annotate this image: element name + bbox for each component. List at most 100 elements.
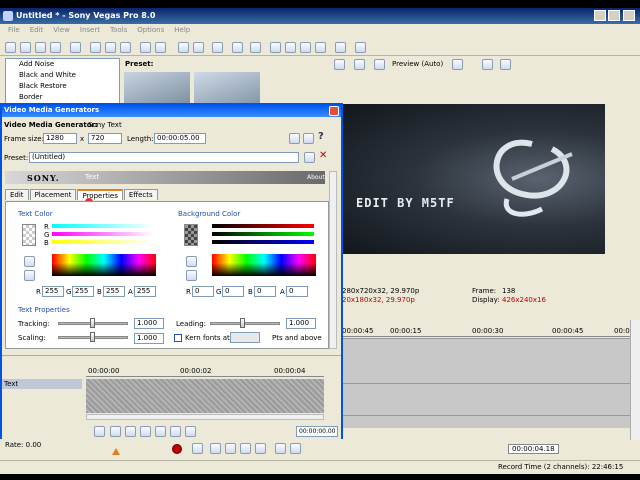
tab-placement[interactable]: Placement	[29, 189, 77, 200]
bg-color-g-bar[interactable]	[212, 232, 314, 236]
kern-fonts-checkbox[interactable]	[174, 334, 182, 342]
bg-color-r-bar[interactable]	[212, 224, 314, 228]
length-input[interactable]: 00:00:05.00	[154, 133, 206, 144]
record-icon[interactable]	[172, 444, 182, 454]
auto-crossfade-icon[interactable]	[193, 42, 204, 53]
open-icon[interactable]	[20, 42, 31, 53]
bg-b-input[interactable]: 0	[254, 286, 276, 297]
leading-input[interactable]: 1.000	[286, 318, 316, 329]
bg-color-b-bar[interactable]	[212, 240, 314, 244]
save-snapshot-icon[interactable]	[500, 59, 511, 70]
fx-list-item[interactable]: Black and White	[6, 70, 119, 81]
bg-color-swatch[interactable]	[184, 224, 198, 246]
menu-edit[interactable]: Edit	[30, 26, 44, 38]
auto-ripple-icon[interactable]	[212, 42, 223, 53]
frame-width-input[interactable]: 1280	[43, 133, 77, 144]
keyframe-track-header[interactable]: Text	[2, 379, 82, 389]
fx-list-item[interactable]: Black Restore	[6, 81, 119, 92]
preset-thumbnail[interactable]	[194, 72, 260, 106]
fx-list-item[interactable]: Add Noise	[6, 59, 119, 70]
text-b-input[interactable]: 255	[103, 286, 125, 297]
leading-slider[interactable]	[210, 322, 280, 325]
properties-icon[interactable]	[50, 42, 61, 53]
copy-snapshot-icon[interactable]	[482, 59, 493, 70]
kern-fonts-input[interactable]	[230, 332, 260, 343]
menu-file[interactable]: File	[8, 26, 20, 38]
preview-mode-dropdown[interactable]: Preview (Auto)	[392, 60, 443, 68]
close-icon[interactable]	[623, 10, 635, 21]
bg-r-input[interactable]: 0	[192, 286, 214, 297]
scaling-slider-grip[interactable]	[90, 332, 95, 342]
media-generator-options-icon[interactable]	[289, 133, 300, 144]
keyframe-horizontal-scrollbar[interactable]	[86, 414, 324, 420]
play-from-start-icon[interactable]	[210, 443, 221, 454]
bg-color-picker-icon[interactable]	[186, 256, 197, 267]
envelope-tool-icon[interactable]	[285, 42, 296, 53]
text-color-b-bar[interactable]	[52, 240, 154, 244]
menu-insert[interactable]: Insert	[80, 26, 100, 38]
bg-a-input[interactable]: 0	[286, 286, 308, 297]
bg-eyedropper-icon[interactable]	[186, 270, 197, 281]
vertical-scrollbar[interactable]	[630, 320, 640, 440]
cut-icon[interactable]	[90, 42, 101, 53]
ignore-grouping-icon[interactable]	[250, 42, 261, 53]
zoom-tool-icon[interactable]	[315, 42, 326, 53]
prev-keyframe-icon[interactable]	[125, 426, 136, 437]
menu-view[interactable]: View	[53, 26, 70, 38]
text-g-input[interactable]: 255	[72, 286, 94, 297]
add-keyframe-icon[interactable]	[170, 426, 181, 437]
fx-list-item[interactable]: Border	[6, 92, 119, 103]
help-question-icon[interactable]: ?	[318, 131, 324, 142]
bg-g-input[interactable]: 0	[222, 286, 244, 297]
tab-effects[interactable]: Effects	[123, 189, 158, 200]
snap-icon[interactable]	[178, 42, 189, 53]
normal-edit-tool-icon[interactable]	[270, 42, 281, 53]
help-icon[interactable]	[335, 42, 346, 53]
menu-options[interactable]: Options	[137, 26, 164, 38]
keyframe-lock-icon[interactable]	[94, 426, 105, 437]
external-monitor-icon[interactable]	[354, 59, 365, 70]
bg-color-spectrum[interactable]	[212, 254, 316, 276]
leading-slider-grip[interactable]	[240, 318, 245, 328]
render-icon[interactable]	[70, 42, 81, 53]
maximize-icon[interactable]	[608, 10, 620, 21]
last-keyframe-icon[interactable]	[155, 426, 166, 437]
tracking-slider-grip[interactable]	[90, 318, 95, 328]
tab-properties[interactable]: Properties	[77, 189, 123, 200]
text-a-input[interactable]: 255	[134, 286, 156, 297]
pause-icon[interactable]	[240, 443, 251, 454]
overlays-icon[interactable]	[452, 59, 463, 70]
preview-properties-icon[interactable]	[334, 59, 345, 70]
keyframe-ruler[interactable]: 00:00:00 00:00:02 00:00:04	[86, 367, 324, 377]
loop-icon[interactable]	[192, 443, 203, 454]
text-color-spectrum[interactable]	[52, 254, 156, 276]
preset-thumbnail[interactable]	[124, 72, 190, 106]
save-icon[interactable]	[35, 42, 46, 53]
text-r-input[interactable]: 255	[42, 286, 64, 297]
save-preset-icon[interactable]	[304, 152, 315, 163]
text-color-g-bar[interactable]	[52, 232, 154, 236]
tracking-input[interactable]: 1.000	[134, 318, 164, 329]
timeline-tracks[interactable]	[342, 338, 630, 428]
scaling-input[interactable]: 1.000	[134, 333, 164, 344]
delete-keyframe-icon[interactable]	[185, 426, 196, 437]
preset-dropdown[interactable]: (Untitled)	[29, 152, 299, 163]
undo-icon[interactable]	[140, 42, 151, 53]
text-color-picker-icon[interactable]	[24, 256, 35, 267]
selection-tool-icon[interactable]	[300, 42, 311, 53]
text-eyedropper-icon[interactable]	[24, 270, 35, 281]
text-color-swatch[interactable]	[22, 224, 36, 246]
text-color-r-bar[interactable]	[52, 224, 154, 228]
go-to-start-icon[interactable]	[275, 443, 286, 454]
menu-tools[interactable]: Tools	[110, 26, 127, 38]
about-button[interactable]: About	[307, 174, 325, 181]
new-icon[interactable]	[5, 42, 16, 53]
tab-edit[interactable]: Edit	[5, 189, 29, 200]
dialog-close-icon[interactable]	[329, 106, 339, 116]
frame-height-input[interactable]: 720	[88, 133, 122, 144]
preview-quality-icon[interactable]	[374, 59, 385, 70]
play-icon[interactable]	[225, 443, 236, 454]
go-to-end-icon[interactable]	[290, 443, 301, 454]
first-keyframe-icon[interactable]	[110, 426, 121, 437]
menu-help[interactable]: Help	[174, 26, 190, 38]
